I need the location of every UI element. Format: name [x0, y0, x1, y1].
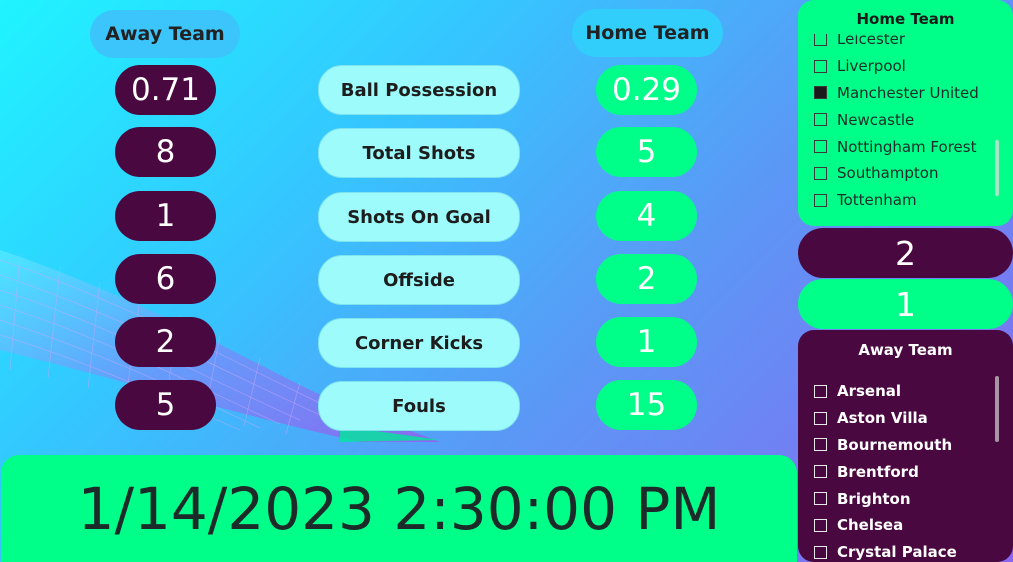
away-ball-possession-value: 0.71: [115, 65, 216, 115]
away-team-selector-title: Away Team: [858, 341, 953, 359]
home-total-shots-value: 5: [596, 127, 697, 177]
fouls-label: Fouls: [318, 381, 520, 431]
away-team-option[interactable]: Crystal Palace: [814, 539, 1003, 562]
home-team-option[interactable]: Southampton: [814, 160, 1003, 187]
checkbox[interactable]: [814, 140, 827, 154]
away-team-option[interactable]: Aston Villa: [814, 405, 1003, 432]
checkbox[interactable]: [814, 492, 827, 506]
checkbox[interactable]: [814, 34, 827, 46]
home-team-header: Home Team: [572, 9, 723, 57]
shots-on-goal-label: Shots On Goal: [318, 192, 520, 242]
offside-label: Offside: [318, 255, 520, 305]
home-offside-value: 2: [596, 254, 697, 304]
checkbox[interactable]: [814, 545, 827, 559]
away-team-option[interactable]: Brentford: [814, 458, 1003, 485]
match-datetime-display: 1/14/2023 2:30:00 PM: [1, 455, 797, 562]
away-corner-kicks-value: 2: [115, 317, 216, 367]
checkbox[interactable]: [814, 59, 827, 73]
home-list-scrollbar[interactable]: [995, 140, 999, 196]
checkbox[interactable]: [814, 113, 827, 127]
away-total-shots-value: 8: [115, 127, 216, 177]
home-team-option[interactable]: Newcastle: [814, 106, 1003, 133]
checkbox[interactable]: [814, 411, 827, 425]
away-team-option[interactable]: Brighton: [814, 485, 1003, 512]
away-team-selector: Away Team Arsenal Aston Villa Bournemout…: [798, 330, 1013, 562]
away-team-option[interactable]: Bournemouth: [814, 432, 1003, 459]
home-team-selector: Home Team Leicester Liverpool Manchester…: [798, 0, 1013, 226]
away-team-option[interactable]: Chelsea: [814, 512, 1003, 539]
home-team-option[interactable]: Leicester: [814, 34, 1003, 53]
checkbox[interactable]: [814, 518, 827, 532]
away-offside-value: 6: [115, 254, 216, 304]
away-list-scrollbar[interactable]: [995, 376, 999, 442]
home-team-list[interactable]: Leicester Liverpool Manchester United Ne…: [814, 34, 1003, 218]
checkbox[interactable]: [814, 438, 827, 452]
home-team-option[interactable]: Liverpool: [814, 53, 1003, 80]
ball-possession-label: Ball Possession: [318, 65, 520, 115]
away-team-list[interactable]: Arsenal Aston Villa Bournemouth Brentfor…: [814, 378, 1003, 562]
checkbox[interactable]: [814, 465, 827, 479]
checkbox-checked[interactable]: [814, 86, 827, 100]
home-corner-kicks-value: 1: [596, 317, 697, 367]
home-team-selector-title: Home Team: [856, 10, 955, 28]
away-team-option[interactable]: Arsenal: [814, 378, 1003, 405]
home-team-option[interactable]: Manchester United: [814, 80, 1003, 107]
away-fouls-value: 5: [115, 380, 216, 430]
checkbox[interactable]: [814, 166, 827, 180]
checkbox[interactable]: [814, 193, 827, 207]
away-team-header: Away Team: [90, 10, 240, 58]
total-shots-label: Total Shots: [318, 128, 520, 178]
home-fouls-value: 15: [596, 380, 697, 430]
away-shots-on-goal-value: 1: [115, 191, 216, 241]
checkbox[interactable]: [814, 384, 827, 398]
home-ball-possession-value: 0.29: [596, 65, 697, 115]
corner-kicks-label: Corner Kicks: [318, 318, 520, 368]
home-team-option[interactable]: Nottingham Forest: [814, 133, 1003, 160]
home-score: 2: [798, 228, 1013, 278]
home-team-option[interactable]: Tottenham: [814, 187, 1003, 214]
home-shots-on-goal-value: 4: [596, 191, 697, 241]
away-score: 1: [798, 279, 1013, 329]
